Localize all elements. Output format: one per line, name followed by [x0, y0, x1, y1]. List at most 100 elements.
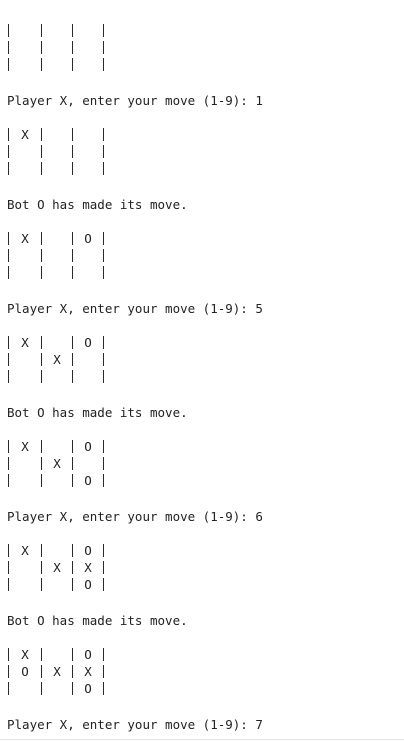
player-prompt: Player X, enter your move (1-9): 1 — [7, 93, 263, 108]
cell-divider — [103, 162, 104, 175]
board-cell: X — [84, 664, 92, 679]
board-cell: O — [84, 577, 92, 592]
board-row — [8, 264, 118, 281]
cell-divider — [8, 682, 9, 695]
cell-divider — [103, 682, 104, 695]
board-row: X — [8, 351, 118, 368]
cell-divider — [72, 682, 73, 695]
cell-divider — [8, 457, 9, 470]
cell-divider — [41, 353, 42, 366]
player-prompt: Player X, enter your move (1-9): 6 — [7, 509, 263, 524]
cell-divider — [103, 232, 104, 245]
cell-divider — [41, 648, 42, 661]
cell-divider — [72, 440, 73, 453]
cell-divider — [103, 648, 104, 661]
board-row — [8, 368, 118, 385]
board-cell: O — [84, 335, 92, 350]
cell-divider — [103, 457, 104, 470]
cell-divider — [103, 561, 104, 574]
cell-divider — [41, 474, 42, 487]
cell-divider — [72, 457, 73, 470]
cell-divider — [103, 24, 104, 37]
cell-divider — [8, 474, 9, 487]
board-row — [8, 143, 118, 160]
board-row: O — [8, 472, 118, 489]
cell-divider — [72, 128, 73, 141]
board-cell: O — [84, 647, 92, 662]
board-row — [8, 247, 118, 264]
board-cell: X — [21, 127, 29, 142]
cell-divider — [8, 353, 9, 366]
board-row: O — [8, 576, 118, 593]
board-row — [8, 39, 118, 56]
cell-divider — [8, 232, 9, 245]
board-cell: X — [53, 664, 61, 679]
board-row — [8, 160, 118, 177]
board-row: XX — [8, 559, 118, 576]
cell-divider — [103, 41, 104, 54]
cell-divider — [41, 682, 42, 695]
cell-divider — [41, 128, 42, 141]
cell-divider — [8, 249, 9, 262]
cell-divider — [41, 578, 42, 591]
cell-divider — [41, 145, 42, 158]
bot-message: Bot O has made its move. — [7, 613, 188, 628]
cell-divider — [8, 578, 9, 591]
cell-divider — [41, 162, 42, 175]
cell-divider — [72, 249, 73, 262]
cell-divider — [41, 336, 42, 349]
board-cell: X — [21, 231, 29, 246]
cell-divider — [41, 440, 42, 453]
board-cell: O — [84, 231, 92, 246]
cell-divider — [103, 266, 104, 279]
board-row: XO — [8, 646, 118, 663]
cell-divider — [103, 474, 104, 487]
cell-divider — [72, 145, 73, 158]
board-row: X — [8, 126, 118, 143]
board-row: XO — [8, 542, 118, 559]
cell-divider — [72, 578, 73, 591]
cell-divider — [41, 232, 42, 245]
cell-divider — [72, 58, 73, 71]
bot-message: Bot O has made its move. — [7, 197, 188, 212]
board-row — [8, 56, 118, 73]
cell-divider — [103, 128, 104, 141]
cell-divider — [8, 440, 9, 453]
cell-divider — [103, 336, 104, 349]
board-cell: X — [53, 456, 61, 471]
board-row — [8, 22, 118, 39]
cell-divider — [41, 58, 42, 71]
cell-divider — [41, 457, 42, 470]
board-cell: X — [53, 560, 61, 575]
cell-divider — [8, 370, 9, 383]
player-prompt: Player X, enter your move (1-9): 5 — [7, 301, 263, 316]
board-row: XO — [8, 230, 118, 247]
output-bottom-divider — [0, 739, 404, 740]
board-row: XO — [8, 334, 118, 351]
cell-divider — [41, 370, 42, 383]
bot-message: Bot O has made its move. — [7, 405, 188, 420]
board-cell: X — [21, 335, 29, 350]
board-cell: O — [84, 439, 92, 454]
cell-divider — [8, 266, 9, 279]
cell-divider — [103, 578, 104, 591]
cell-divider — [8, 145, 9, 158]
board-cell: X — [84, 560, 92, 575]
cell-divider — [41, 24, 42, 37]
cell-divider — [8, 128, 9, 141]
cell-divider — [72, 648, 73, 661]
board-cell: X — [53, 352, 61, 367]
board-row: XO — [8, 438, 118, 455]
cell-divider — [103, 353, 104, 366]
cell-divider — [72, 41, 73, 54]
board-cell: O — [84, 543, 92, 558]
cell-divider — [72, 561, 73, 574]
cell-divider — [72, 24, 73, 37]
cell-divider — [41, 544, 42, 557]
cell-divider — [8, 58, 9, 71]
player-prompt: Player X, enter your move (1-9): 7 — [7, 717, 263, 732]
cell-divider — [103, 145, 104, 158]
board-cell: X — [21, 647, 29, 662]
cell-divider — [72, 232, 73, 245]
board-row: O — [8, 680, 118, 697]
